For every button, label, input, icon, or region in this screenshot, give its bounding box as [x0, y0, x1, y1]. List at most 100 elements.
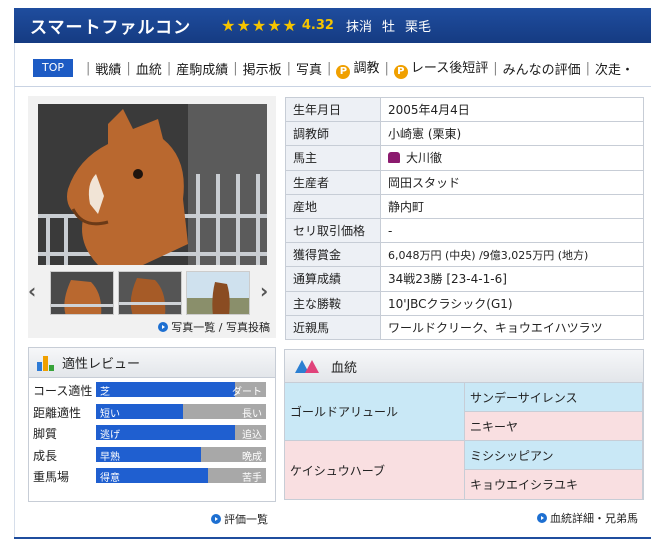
review-label: 成長 — [33, 448, 58, 463]
tab-offspring[interactable]: 産駒成績 — [176, 59, 228, 78]
trainer-link[interactable]: 小崎憲 (栗東) — [380, 121, 644, 147]
star-icon: ★ — [282, 15, 297, 35]
tab-board[interactable]: 掲示板 — [243, 59, 282, 78]
relatives-link[interactable]: ワールドクリーク、キョウエイハツラツ — [380, 314, 644, 340]
table-row: 獲得賞金 6,048万円 (中央) /9億3,025万円 (地方) — [285, 242, 644, 268]
review-row: コース適性芝 ダート — [29, 378, 275, 400]
table-row: 生年月日 2005年4月4日 — [285, 96, 644, 123]
tab-photos[interactable]: 写真 — [296, 59, 322, 78]
tab-everyone-review[interactable]: みんなの評価 — [503, 59, 581, 78]
premium-icon: P — [393, 65, 408, 79]
aptitude-bar: 芝 ダート — [96, 382, 266, 398]
review-row: 脚質 逃げ 追込 — [29, 421, 275, 443]
pedigree-box: 血統 ゴールドアリュール サンデーサイレンス ニキーヤ ケイシュウハーブ ミシシ… — [284, 349, 644, 500]
sire-dam-cell[interactable]: ニキーヤ — [465, 412, 643, 441]
pedigree-detail-link[interactable]: 血統詳細・兄弟馬 — [550, 512, 638, 525]
premium-icon: P — [336, 65, 351, 79]
tab-race-review[interactable]: P レース後短評 — [393, 57, 488, 79]
table-row: 生産者 岡田スタッド — [285, 169, 644, 195]
arrow-circle-icon — [537, 513, 547, 523]
review-rows: コース適性芝 ダート 距離適性 短い 長い 脚質 逃げ 追込 成長 早熟 晩成 重馬場 得意 苦手 — [29, 378, 275, 486]
record-link[interactable]: 34戦23勝 [23-4-1-6] — [380, 266, 644, 292]
tab-pedigree[interactable]: 血統 — [136, 59, 162, 78]
table-row: 通算成績 34戦23勝 [23-4-1-6] — [285, 266, 644, 292]
owner-link[interactable]: 大川徹 — [406, 151, 442, 165]
photo-thumb[interactable] — [50, 271, 114, 315]
photo-post-link[interactable]: 写真投稿 — [226, 321, 270, 334]
review-title: 適性レビュー — [62, 357, 141, 372]
table-row: 主な勝鞍 10'JBCクラシック(G1) — [285, 290, 644, 316]
review-row: 重馬場 得意 苦手 — [29, 464, 275, 486]
pedigree-header: 血統 — [285, 350, 643, 383]
table-row: 産地 静内町 — [285, 193, 644, 219]
table-row: 調教師 小崎憲 (栗東) — [285, 121, 644, 147]
star-rating: ★ ★ ★ ★ ★ 4.32 — [221, 15, 334, 35]
tab-next-race[interactable]: 次走・ — [595, 59, 634, 78]
pedigree-icon — [295, 360, 319, 373]
pedigree-table: ゴールドアリュール サンデーサイレンス ニキーヤ ケイシュウハーブ ミシシッピア… — [285, 383, 643, 500]
review-label: 距離適性 — [33, 405, 82, 420]
aptitude-left-label: 芝 — [100, 387, 110, 398]
aptitude-bar: 短い 長い — [96, 403, 266, 420]
tab-top[interactable]: TOP — [33, 59, 74, 77]
aptitude-right-label: 追込 — [242, 430, 262, 441]
photo-links: 写真一覧 / 写真投稿 — [158, 319, 270, 335]
photo-thumbnails: ‹ › — [28, 271, 276, 315]
review-label: 脚質 — [33, 427, 58, 441]
table-row: 近親馬 ワールドクリーク、キョウエイハツラツ — [285, 314, 644, 340]
dam-sire-cell[interactable]: ミシシッピアン — [465, 441, 643, 470]
dam-dam-cell[interactable]: キョウエイシラユキ — [465, 470, 643, 500]
photo-list-link[interactable]: 写真一覧 — [171, 321, 215, 334]
bar-chart-icon — [37, 355, 55, 371]
photo-thumb[interactable] — [186, 271, 250, 315]
arrow-circle-icon — [211, 514, 221, 524]
star-icon: ★ — [221, 15, 236, 35]
pedigree-detail-link-wrap: 血統詳細・兄弟馬 — [537, 510, 638, 526]
review-header: 適性レビュー — [29, 348, 275, 378]
review-row: 距離適性 短い 長い — [29, 400, 275, 422]
sire-sire-cell[interactable]: サンデーサイレンス — [465, 383, 643, 412]
aptitude-bar: 逃げ 追込 — [96, 425, 266, 441]
horse-meta: 抹消牡栗毛 — [346, 16, 441, 35]
aptitude-left-label: 短い — [100, 408, 120, 420]
dam-cell[interactable]: ケイシュウハーブ — [285, 441, 465, 500]
table-row: セリ取引価格 - — [285, 217, 644, 244]
sex-text: 牡 — [381, 20, 395, 35]
profile-table: 生年月日 2005年4月4日 調教師 小崎憲 (栗東) 馬主 大川徹 生産者 岡田スタッ… — [285, 96, 644, 340]
rating-value: 4.32 — [301, 18, 334, 33]
aptitude-right-label: 長い — [242, 408, 262, 420]
photo-thumb[interactable] — [118, 271, 182, 315]
star-icon: ★ — [251, 15, 267, 35]
horse-name: スマートファルコン — [30, 18, 192, 38]
coat-text: 栗毛 — [404, 20, 431, 35]
aptitude-bar: 早熟 晩成 — [96, 446, 266, 463]
review-list-link[interactable]: 評価一覧 — [224, 513, 268, 526]
photo-panel: ‹ › 写真一覧 / 写真投稿 — [28, 96, 276, 338]
tab-results[interactable]: 戦績 — [95, 59, 121, 78]
table-row: 馬主 大川徹 — [285, 145, 644, 171]
major-win-link[interactable]: 10'JBCクラシック(G1) — [380, 290, 644, 316]
horse-nav: TOP | 戦績 | 血統 | 産駒成績 | 掲示板 | 写真 | P 調教 | … — [14, 43, 651, 87]
aptitude-left-label: 早熟 — [100, 451, 120, 463]
aptitude-right-label: 晩成 — [242, 451, 262, 463]
breeder-link[interactable]: 岡田スタッド — [380, 169, 644, 195]
review-row: 成長 早熟 晩成 — [29, 443, 275, 465]
tab-training[interactable]: P 調教 — [336, 57, 379, 79]
horse-header: スマートファルコン ★ ★ ★ ★ ★ 4.32 抹消牡栗毛 — [14, 8, 651, 43]
aptitude-right-label: 苦手 — [242, 473, 262, 484]
aptitude-right-label: ダート — [232, 387, 262, 398]
status-text: 抹消 — [345, 20, 372, 35]
aptitude-left-label: 得意 — [100, 473, 120, 484]
frame-border — [14, 87, 15, 539]
sire-cell[interactable]: ゴールドアリュール — [285, 383, 465, 441]
owner-silks-icon — [388, 152, 400, 164]
main-horse-photo[interactable] — [38, 104, 267, 265]
chevron-right-icon[interactable]: › — [260, 279, 268, 303]
aptitude-bar-fill — [96, 382, 236, 397]
chevron-left-icon[interactable]: ‹ — [28, 279, 36, 303]
star-icon: ★ — [236, 15, 251, 35]
aptitude-left-label: 逃げ — [100, 430, 120, 441]
review-label: コース適性 — [33, 384, 93, 398]
star-icon: ★ — [267, 15, 282, 35]
pedigree-title: 血統 — [331, 360, 358, 376]
